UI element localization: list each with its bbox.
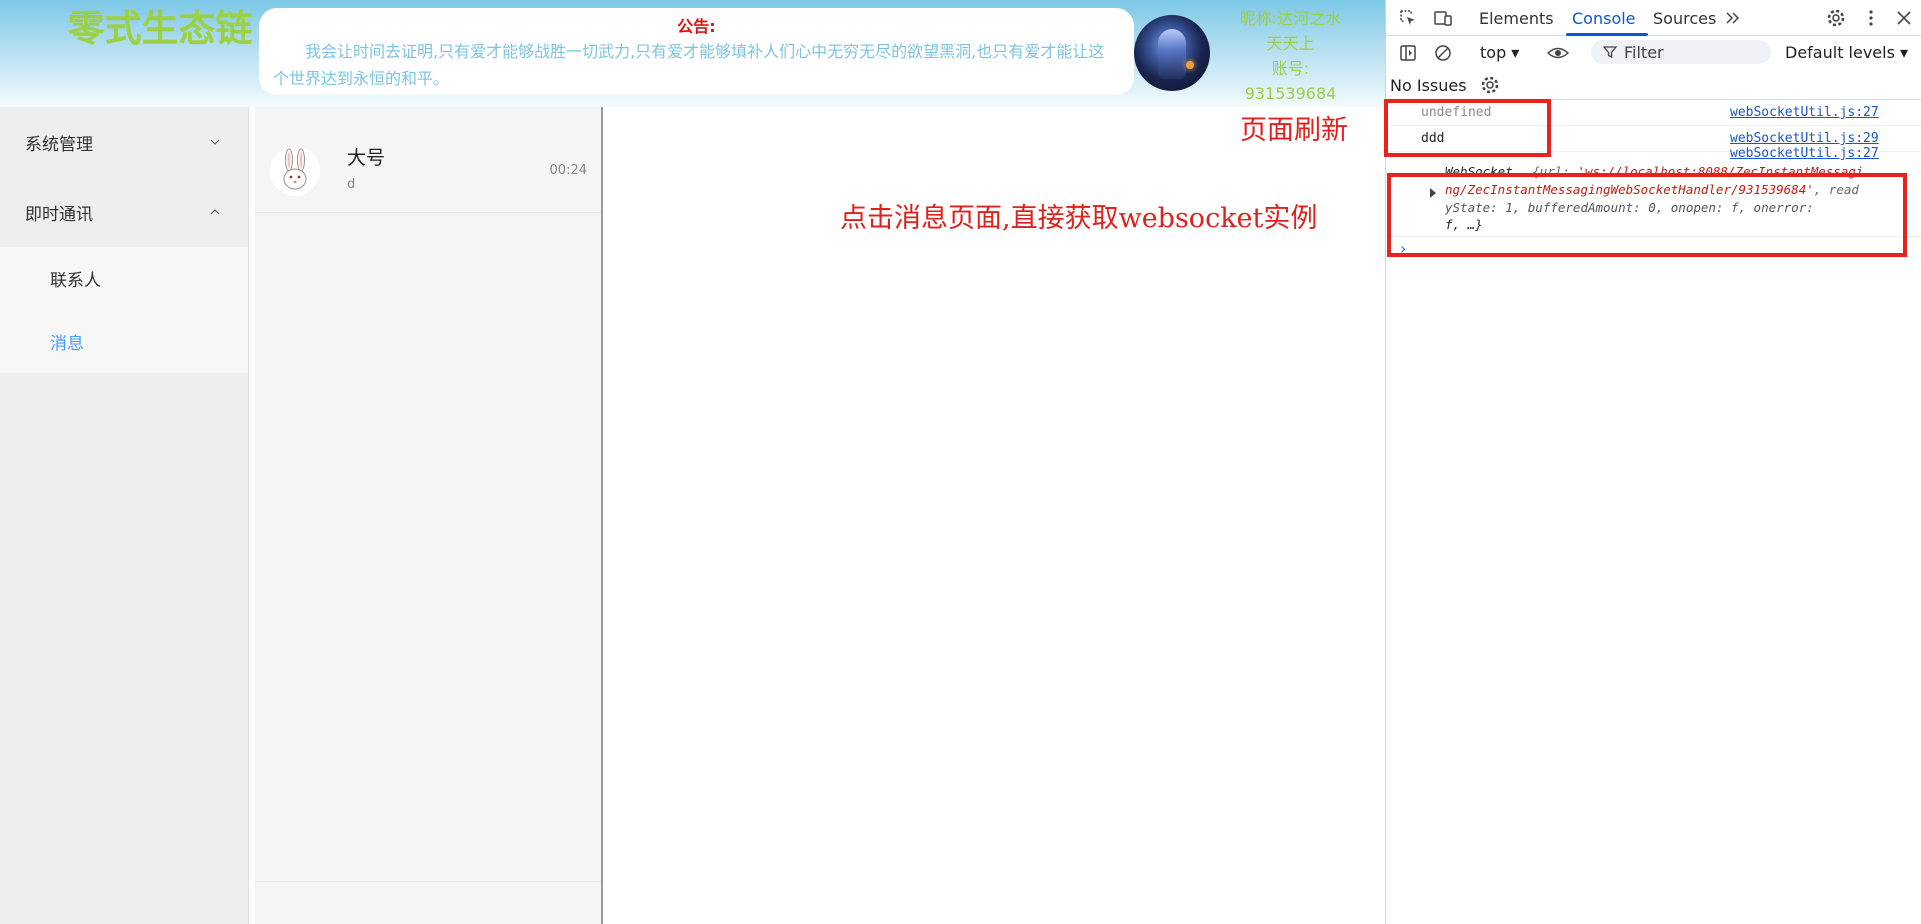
clear-console-icon[interactable] bbox=[1433, 43, 1453, 63]
app-header: 零式生态链 公告: 我会让时间去证明,只有爱才能够战胜一切武力,只有爱才能够填补… bbox=[0, 0, 1385, 107]
ws-brace: {url: bbox=[1532, 164, 1578, 179]
kebab-menu-icon[interactable] bbox=[1861, 8, 1881, 28]
console-log-row: undefined webSocketUtil.js:27 bbox=[1386, 100, 1921, 126]
message-time: 00:24 bbox=[549, 163, 587, 178]
rabbit-icon bbox=[283, 148, 307, 190]
ws-line-1: WebSocket {url: 'ws://localhost:8088/Zec… bbox=[1445, 164, 1863, 179]
notice-text: 我会让时间去证明,只有爱才能够战胜一切武力,只有爱才能够填补人们心中无穷无尽的欲… bbox=[273, 42, 1105, 88]
screen: 零式生态链 公告: 我会让时间去证明,只有爱才能够战胜一切武力,只有爱才能够填补… bbox=[0, 0, 1921, 924]
user-nickname-line2: 天天上 bbox=[1266, 34, 1315, 53]
user-account: 931539684 bbox=[1244, 84, 1337, 103]
user-nickname-line1: 昵称:达河之水 bbox=[1239, 9, 1342, 28]
device-toolbar-icon[interactable] bbox=[1433, 8, 1453, 28]
ws-ready-label: , read bbox=[1813, 182, 1859, 197]
console-toolbar: top ▾ Filter Default levels ▾ bbox=[1386, 36, 1921, 70]
annotation-refresh: 页面刷新 bbox=[1240, 115, 1348, 146]
notice-title: 公告: bbox=[677, 17, 716, 36]
gear-icon[interactable] bbox=[1826, 8, 1846, 28]
context-selector[interactable]: top ▾ bbox=[1480, 43, 1519, 62]
expand-triangle-icon[interactable] bbox=[1430, 188, 1436, 198]
avatar-figure bbox=[1158, 29, 1186, 79]
sidebar-toggle-icon[interactable] bbox=[1398, 43, 1418, 63]
user-avatar[interactable] bbox=[1134, 15, 1210, 91]
tab-elements[interactable]: Elements bbox=[1479, 9, 1554, 28]
filter-placeholder: Filter bbox=[1624, 43, 1664, 62]
context-label: top bbox=[1480, 43, 1507, 62]
filter-icon bbox=[1603, 46, 1617, 59]
tab-sources[interactable]: Sources bbox=[1653, 9, 1716, 28]
user-info: 昵称:达河之水 天天上 账号: 931539684 bbox=[1218, 6, 1363, 106]
user-account-label: 账号: bbox=[1271, 59, 1310, 78]
annotation-click: 点击消息页面,直接获取websocket实例 bbox=[840, 203, 1318, 234]
avatar-spark bbox=[1186, 61, 1194, 69]
last-message: d bbox=[347, 177, 356, 192]
log-source-link[interactable]: webSocketUtil.js:29 bbox=[1730, 131, 1879, 146]
console-object-row: webSocketUtil.js:27 WebSocket {url: 'ws:… bbox=[1386, 146, 1921, 237]
brand-logo-text: 零式生态链 bbox=[67, 7, 253, 50]
eye-icon[interactable] bbox=[1546, 43, 1570, 63]
log-levels-dropdown[interactable]: Default levels ▾ bbox=[1785, 43, 1908, 62]
ws-url-part2: ng/ZecInstantMessagingWebSocketHandler/9… bbox=[1445, 182, 1814, 197]
ws-line-3: yState: 1, bufferedAmount: 0, onopen: f,… bbox=[1445, 200, 1814, 215]
filter-input[interactable]: Filter bbox=[1591, 40, 1771, 64]
contact-name: 大号 bbox=[347, 147, 386, 169]
inspect-element-icon[interactable] bbox=[1398, 8, 1418, 28]
issues-count[interactable]: No Issues bbox=[1390, 76, 1467, 95]
notice-card: 公告: 我会让时间去证明,只有爱才能够战胜一切武力,只有爱才能够填补人们心中无穷… bbox=[259, 8, 1134, 95]
conversation-list: 大号 d 00:24 bbox=[255, 107, 603, 924]
tab-console[interactable]: Console bbox=[1572, 9, 1636, 28]
devtools-panel: Elements Console Sources top ▾ Filter De… bbox=[1385, 0, 1921, 924]
levels-label: Default levels bbox=[1785, 43, 1895, 62]
issues-bar: No Issues bbox=[1386, 70, 1921, 100]
chevron-up-icon bbox=[210, 209, 220, 215]
menu-group-im[interactable]: 即时通讯 bbox=[0, 177, 248, 247]
contact-avatar bbox=[270, 146, 320, 196]
submenu-im: 联系人 消息 bbox=[0, 247, 248, 373]
menu-group-system[interactable]: 系统管理 bbox=[0, 107, 248, 177]
log-text: undefined bbox=[1421, 105, 1492, 120]
divider bbox=[255, 881, 601, 882]
devtools-tabbar: Elements Console Sources bbox=[1386, 0, 1921, 36]
menu-group-label: 系统管理 bbox=[25, 134, 93, 155]
log-source-link[interactable]: webSocketUtil.js:27 bbox=[1730, 146, 1879, 161]
chevron-down-icon bbox=[210, 139, 220, 145]
prompt-chevron-icon: › bbox=[1400, 239, 1407, 258]
sidebar: 系统管理 即时通讯 联系人 消息 bbox=[0, 107, 249, 924]
ws-class-name: WebSocket bbox=[1445, 164, 1513, 179]
ws-url-part1: 'ws://localhost:8088/ZecInstantMessagi bbox=[1577, 164, 1864, 179]
app-window: 零式生态链 公告: 我会让时间去证明,只有爱才能够战胜一切武力,只有爱才能够填补… bbox=[0, 0, 1385, 924]
sidebar-item-contacts[interactable]: 联系人 bbox=[0, 247, 248, 310]
list-item[interactable]: 大号 d 00:24 bbox=[255, 107, 601, 213]
more-tabs-icon[interactable] bbox=[1723, 8, 1743, 28]
log-text: ddd bbox=[1421, 131, 1445, 146]
menu-group-label: 即时通讯 bbox=[25, 204, 93, 225]
console-settings-gear-icon[interactable] bbox=[1480, 75, 1500, 95]
close-icon[interactable] bbox=[1894, 8, 1914, 28]
ws-line-2: ng/ZecInstantMessagingWebSocketHandler/9… bbox=[1445, 182, 1859, 197]
log-source-link[interactable]: webSocketUtil.js:27 bbox=[1730, 105, 1879, 120]
ws-line-4: f, …} bbox=[1445, 217, 1483, 232]
sidebar-item-messages[interactable]: 消息 bbox=[0, 310, 248, 373]
console-prompt[interactable]: › bbox=[1386, 237, 1921, 261]
